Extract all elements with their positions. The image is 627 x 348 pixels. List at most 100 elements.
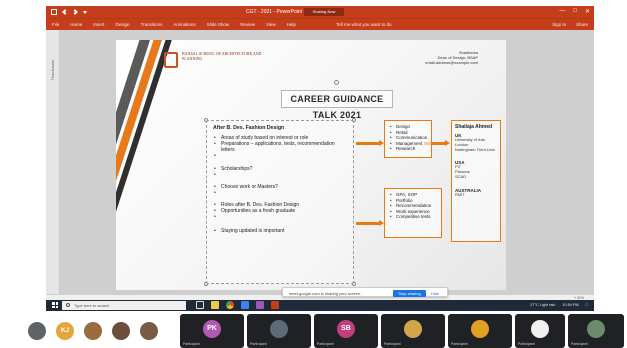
resize-handle[interactable] [352,118,356,122]
photos-icon[interactable] [256,301,264,309]
participants-strip: KJ PK Participant Participant SB Partici… [0,314,627,348]
participant-avatar: SB [337,320,355,338]
tab-home[interactable]: Home [70,22,82,27]
customize-chevron-icon[interactable] [83,11,87,14]
tab-transitions[interactable]: Transitions [141,22,163,27]
participant-tile[interactable]: Participant [247,314,311,348]
windows-taskbar: Type here to search 27°C Light rain 10:5… [46,300,594,311]
ribbon-tabs: File Home Insert Design Transitions Anim… [52,22,296,27]
tab-file[interactable]: File [52,22,59,27]
universities-speaker-name: Shailaja Ahmed [455,124,493,130]
system-tray: 27°C Light rain 10:54 PM □ [530,303,588,307]
chrome-icon[interactable] [226,301,234,309]
main-bullet-list: Areas of study based on interest or role… [213,135,347,234]
slide-canvas-area: BANSAL SCHOOL OF ARCHITECTURE AND PLANNI… [60,30,594,294]
tell-me-search[interactable]: Tell me what you want to do [336,22,392,27]
participant-avatar [270,320,288,338]
roles-list: Design Retail Communication Management R… [385,121,431,155]
participant-tile[interactable]: Participant [448,314,512,348]
bullet-spacer [213,153,347,159]
participant-avatar[interactable] [28,322,46,340]
roles-box[interactable]: Design Retail Communication Management R… [384,120,432,158]
participant-avatar [531,320,549,338]
bullet-spacer [213,214,347,220]
tray-clock[interactable]: 10:54 PM [562,303,578,307]
speaker-info: Shailendra Dean of Design, BSAP email.ad… [425,50,478,65]
speaker-email: email.address@example.com [425,60,478,65]
participant-avatar[interactable] [112,322,130,340]
participant-name: Participant [250,342,267,346]
participant-avatar[interactable]: KJ [56,322,74,340]
sign-in-link[interactable]: Sign in [552,22,566,27]
thumbnail-pane[interactable]: Thumbnails [46,30,60,294]
logo-mark-icon [164,52,178,68]
windows-start-icon[interactable] [52,302,58,308]
universities-box[interactable]: Shailaja Ahmed UK University of Arts Lon… [451,120,501,242]
sharing-message: meet.google.com is sharing your screen. [289,290,362,296]
weather-indicator[interactable]: 27°C Light rain [530,303,555,307]
participant-avatar: PK [203,320,221,338]
share-button[interactable]: Share [576,22,588,27]
taskbar-search-input[interactable]: Type here to search [62,301,186,310]
tab-slide-show[interactable]: Slide Show [207,22,230,27]
slide[interactable]: BANSAL SCHOOL OF ARCHITECTURE AND PLANNI… [116,40,506,290]
hide-button[interactable]: Hide [431,291,439,296]
bullet-item: Staying updated is important [213,228,347,234]
tab-review[interactable]: Review [240,22,255,27]
application-item: Competitive tests [389,214,437,220]
task-view-icon[interactable] [196,301,204,309]
main-text-box[interactable]: After B. Des. Fashion Design Areas of st… [204,118,356,286]
participant-avatar [587,320,605,338]
bullet-spacer [213,172,347,178]
screen-root: CGT - 2021 - PowerPoint Sharing Now — □ … [0,0,627,348]
participant-name: Participant [183,342,200,346]
search-placeholder: Type here to search [74,303,110,309]
powerpoint-icon[interactable] [271,301,279,309]
shared-screen: CGT - 2021 - PowerPoint Sharing Now — □ … [46,6,594,311]
powerpoint-title-bar: CGT - 2021 - PowerPoint Sharing Now — □ … [46,6,594,18]
store-icon[interactable] [241,301,249,309]
resize-handle[interactable] [204,282,208,286]
redo-icon[interactable] [72,9,78,15]
tab-help[interactable]: Help [287,22,296,27]
window-title: CGT - 2021 - PowerPoint [246,9,303,15]
university-item: RMIT [455,191,465,197]
search-icon [66,303,70,307]
participant-avatar[interactable] [84,322,102,340]
university-item: SCAD [455,173,467,179]
tab-animations[interactable]: Animations [173,22,195,27]
tab-insert[interactable]: Insert [93,22,104,27]
school-logo: BANSAL SCHOOL OF ARCHITECTURE AND PLANNI… [164,50,262,72]
participant-tile[interactable]: Participant [515,314,565,348]
university-item: Nottingham Trent Univ. [455,146,496,152]
participant-name: Participant [451,342,468,346]
participant-avatar [471,320,489,338]
participant-name: Participant [518,342,535,346]
role-item: Research [389,146,427,152]
participant-tile[interactable]: Participant [381,314,445,348]
slide-title[interactable]: CAREER GUIDANCE TALK 2021 [281,90,393,120]
application-box[interactable]: GPA, SOP Portfolio Recommendation Work e… [384,188,442,238]
sharing-now-badge: Sharing Now [304,8,344,16]
notifications-icon[interactable]: □ [586,303,588,307]
stop-sharing-button[interactable]: Stop sharing [393,289,426,297]
close-button[interactable]: ✕ [585,8,590,15]
resize-handle[interactable] [352,282,356,286]
participant-avatar[interactable] [140,322,158,340]
tab-design[interactable]: Design [116,22,130,27]
ribbon-tabs-bar: File Home Insert Design Transitions Anim… [46,18,594,30]
participant-tile[interactable]: Participant [568,314,624,348]
maximize-button[interactable]: □ [573,8,577,15]
ribbon-right-actions: Sign in Share [552,22,588,27]
undo-icon[interactable] [62,9,68,15]
arrow-to-roles [356,140,384,146]
window-controls: — □ ✕ [559,8,590,15]
rotation-handle[interactable] [334,80,339,85]
save-icon[interactable] [51,9,57,15]
tab-view[interactable]: View [266,22,276,27]
minimize-button[interactable]: — [559,8,565,15]
file-explorer-icon[interactable] [211,301,219,309]
participant-tile[interactable]: SB Participant [314,314,378,348]
resize-handle[interactable] [204,118,208,122]
participant-tile[interactable]: PK Participant [180,314,244,348]
